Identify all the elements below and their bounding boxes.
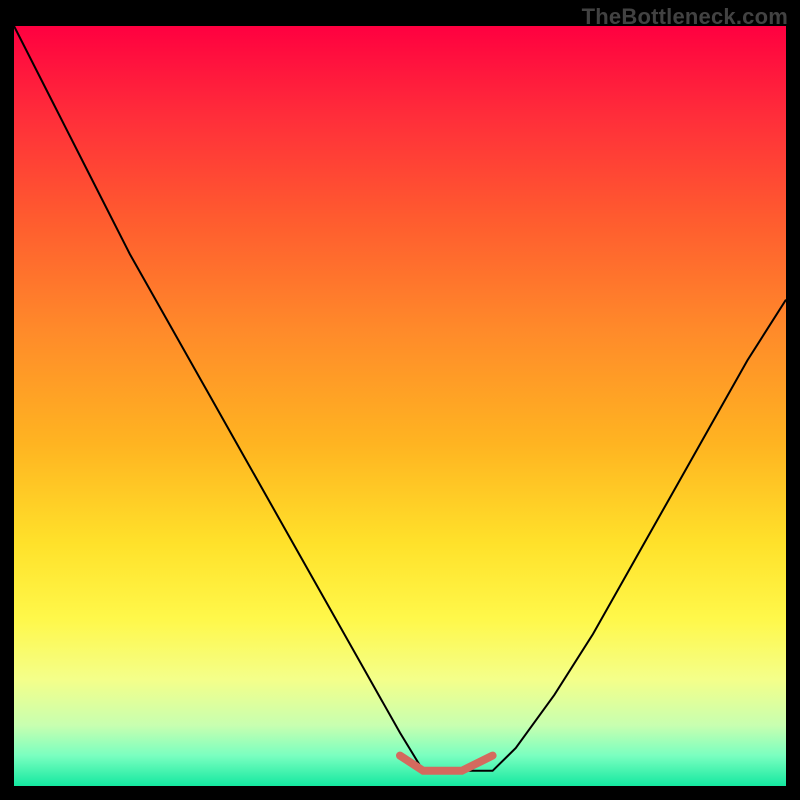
- plot-svg: [14, 26, 786, 786]
- chart-frame: TheBottleneck.com: [0, 0, 800, 800]
- gradient-background: [14, 26, 786, 786]
- bottleneck-plot: [14, 26, 786, 786]
